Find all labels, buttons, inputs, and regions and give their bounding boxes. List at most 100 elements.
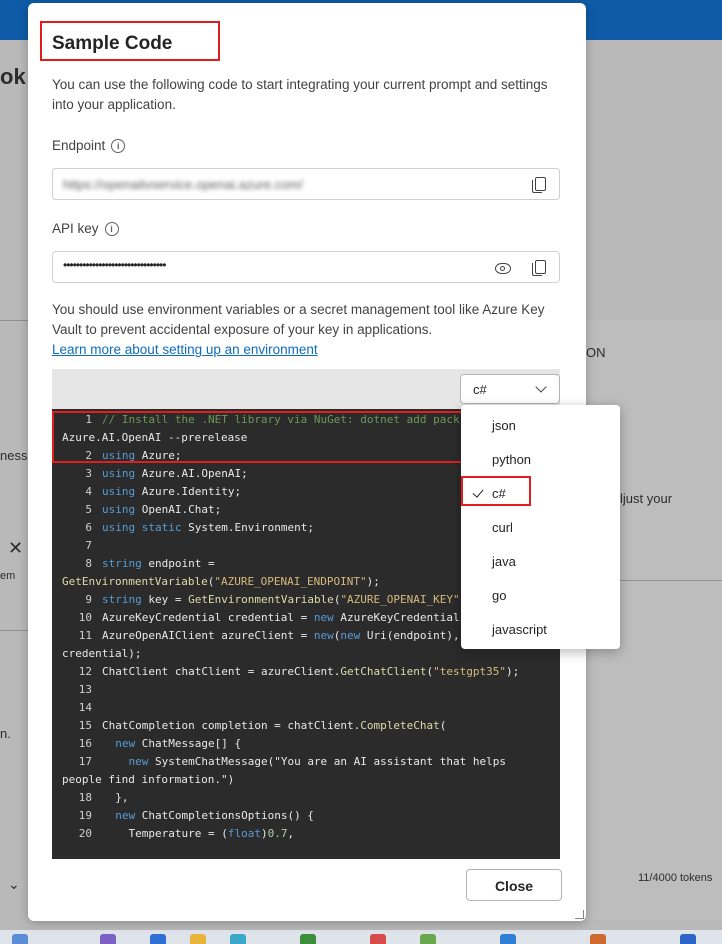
taskbar-app-icon[interactable]	[12, 934, 28, 944]
code-text: using static System.Environment;	[102, 521, 314, 534]
language-menu: json python c# curl java go javascript	[461, 405, 620, 649]
code-text: new SystemChatMessage("You are an AI ass…	[128, 755, 507, 768]
resize-grip-icon[interactable]	[575, 910, 584, 919]
code-text: GetEnvironmentVariable("AZURE_OPENAI_END…	[62, 575, 380, 588]
dialog-description: You can use the following code to start …	[52, 77, 548, 112]
line-number: 19	[78, 809, 92, 822]
line-number: 3	[85, 467, 92, 480]
code-text: using OpenAI.Chat;	[102, 503, 222, 516]
code-text: new ChatCompletionsOptions() {	[115, 809, 314, 822]
background-text: ON	[586, 345, 606, 360]
taskbar-app-icon[interactable]	[370, 934, 386, 944]
background-text: ljust your	[620, 491, 673, 506]
taskbar-app-icon[interactable]	[190, 934, 206, 944]
divider	[0, 320, 28, 321]
code-text: ChatCompletion completion = chatClient.C…	[102, 719, 447, 732]
background-text: ness	[0, 448, 28, 463]
language-option-label: curl	[492, 520, 513, 535]
line-number: 17	[78, 755, 92, 768]
taskbar-app-icon[interactable]	[420, 934, 436, 944]
copy-icon[interactable]	[532, 260, 546, 276]
taskbar-app-icon[interactable]	[100, 934, 116, 944]
api-key-label-row: API key i	[52, 221, 119, 236]
code-line: 12 ChatClient chatClient = azureClient.Ge…	[52, 663, 542, 681]
code-text: using Azure.Identity;	[102, 485, 242, 498]
language-option[interactable]: java	[461, 545, 620, 579]
code-line: people find information.")	[52, 771, 542, 789]
language-option[interactable]: curl	[461, 511, 620, 545]
code-text: },	[102, 791, 129, 804]
close-button[interactable]: Close	[466, 869, 562, 901]
selected-language-highlight-box	[461, 476, 531, 506]
code-line-highlight-box	[52, 411, 464, 463]
line-number: 9	[85, 593, 92, 606]
language-option-label: java	[492, 554, 516, 569]
line-number: 15	[78, 719, 92, 732]
taskbar-app-icon[interactable]	[590, 934, 606, 944]
language-option-label: python	[492, 452, 532, 467]
code-line: 20 Temperature = (float)0.7,	[52, 825, 542, 843]
endpoint-field[interactable]: https://openaitvservice.openai.azure.com…	[52, 168, 560, 200]
language-option-label: json	[492, 418, 516, 433]
background-chevron-icon[interactable]: ⌄	[8, 876, 20, 893]
taskbar-app-icon[interactable]	[300, 934, 316, 944]
show-key-eye-icon[interactable]	[495, 263, 511, 274]
line-number: 4	[85, 485, 92, 498]
taskbar-app-icon[interactable]	[680, 934, 696, 944]
api-key-label: API key	[52, 221, 99, 236]
api-key-field[interactable]: ••••••••••••••••••••••••••••••••	[52, 251, 560, 283]
code-line: 13	[52, 681, 542, 699]
learn-more-link[interactable]: Learn more about setting up an environme…	[52, 342, 318, 357]
code-line: 18 },	[52, 789, 542, 807]
language-option[interactable]: javascript	[461, 613, 620, 647]
line-number: 20	[78, 827, 92, 840]
code-line: 16 new ChatMessage[] {	[52, 735, 542, 753]
background-text: em	[0, 570, 16, 582]
line-number: 8	[85, 557, 92, 570]
copy-icon[interactable]	[532, 177, 546, 193]
language-option[interactable]: json	[461, 409, 620, 443]
taskbar-app-icon[interactable]	[500, 934, 516, 944]
token-counter: 11/4000 tokens	[638, 872, 713, 884]
code-text: string key = GetEnvironmentVariable("AZU…	[102, 593, 460, 606]
taskbar-app-icon[interactable]	[150, 934, 166, 944]
endpoint-label: Endpoint	[52, 138, 106, 153]
code-text: AzureKeyCredential credential = new Azur…	[102, 611, 467, 624]
code-text: people find information.")	[62, 773, 235, 786]
dialog-title: Sample Code	[52, 33, 173, 54]
code-text: AzureOpenAIClient azureClient = new(new …	[102, 629, 460, 642]
chevron-down-icon	[535, 381, 547, 393]
language-option[interactable]: python	[461, 443, 620, 477]
security-warning: You should use environment variables or …	[52, 302, 545, 337]
language-option-label: go	[492, 588, 507, 603]
code-text: credential);	[62, 647, 142, 660]
code-line: 15 ChatCompletion completion = chatClient…	[52, 717, 542, 735]
language-option-label: javascript	[492, 622, 547, 637]
code-text: new ChatMessage[] {	[115, 737, 242, 750]
line-number: 6	[85, 521, 92, 534]
line-number: 16	[78, 737, 92, 750]
line-number: 11	[78, 629, 92, 642]
line-number: 7	[85, 539, 92, 552]
info-icon[interactable]: i	[104, 221, 119, 236]
api-key-value: ••••••••••••••••••••••••••••••••	[63, 258, 166, 272]
taskbar-app-icon[interactable]	[230, 934, 246, 944]
endpoint-label-row: Endpoint i	[52, 138, 126, 153]
endpoint-value: https://openaitvservice.openai.azure.com…	[63, 177, 303, 192]
language-dropdown-value: c#	[473, 382, 487, 397]
line-number: 10	[78, 611, 92, 624]
code-text: ChatClient chatClient = azureClient.GetC…	[102, 665, 520, 678]
language-option[interactable]: go	[461, 579, 620, 613]
line-number: 14	[78, 701, 92, 714]
line-number: 13	[78, 683, 92, 696]
line-number: 5	[85, 503, 92, 516]
background-heading: ok	[0, 64, 26, 89]
code-line: 17 new SystemChatMessage("You are an AI …	[52, 753, 542, 771]
line-number: 12	[78, 665, 92, 678]
info-icon[interactable]: i	[111, 138, 126, 153]
background-close-icon[interactable]: ✕	[8, 538, 23, 559]
line-number: 18	[78, 791, 92, 804]
code-text: string endpoint =	[102, 557, 215, 570]
language-dropdown[interactable]: c#	[460, 374, 560, 404]
divider	[0, 630, 28, 631]
